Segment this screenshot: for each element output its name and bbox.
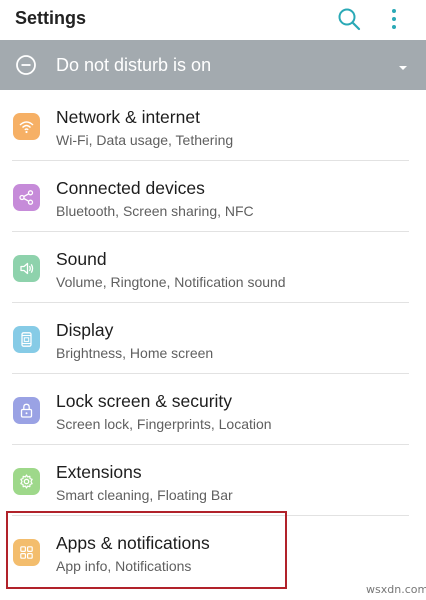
settings-item-subtitle: Smart cleaning, Floating Bar (56, 487, 233, 503)
settings-item-connected-devices[interactable]: Connected devices Bluetooth, Screen shar… (0, 161, 426, 232)
settings-item-network[interactable]: Network & internet Wi-Fi, Data usage, Te… (0, 90, 426, 161)
gear-icon (13, 468, 40, 495)
settings-item-title: Sound (56, 249, 107, 269)
lock-icon (13, 397, 40, 424)
settings-screen: Settings Do not disturb is on Network & … (0, 0, 426, 600)
watermark-text: wsxdn.com (366, 583, 426, 596)
settings-item-title: Display (56, 320, 114, 340)
settings-item-subtitle: Volume, Ringtone, Notification sound (56, 274, 286, 290)
settings-item-title: Extensions (56, 462, 142, 482)
settings-item-subtitle: Screen lock, Fingerprints, Location (56, 416, 272, 432)
do-not-disturb-banner[interactable]: Do not disturb is on (0, 40, 426, 90)
app-bar: Settings (0, 0, 426, 40)
settings-item-title: Lock screen & security (56, 391, 233, 411)
share-icon (13, 184, 40, 211)
highlight-annotation-box (6, 511, 287, 589)
settings-item-extensions[interactable]: Extensions Smart cleaning, Floating Bar (0, 445, 426, 516)
settings-item-title: Network & internet (56, 107, 200, 127)
settings-item-title: Connected devices (56, 178, 205, 198)
more-vertical-icon[interactable] (384, 6, 404, 32)
do-not-disturb-label: Do not disturb is on (56, 55, 212, 75)
settings-item-subtitle: Brightness, Home screen (56, 345, 214, 361)
wifi-icon (13, 113, 40, 140)
speaker-icon (13, 255, 40, 282)
settings-item-lock-screen[interactable]: Lock screen & security Screen lock, Fing… (0, 374, 426, 445)
display-icon (13, 326, 40, 353)
minus-circle-icon (15, 54, 37, 76)
settings-item-display[interactable]: Display Brightness, Home screen (0, 303, 426, 374)
settings-item-subtitle: Bluetooth, Screen sharing, NFC (56, 203, 254, 219)
chevron-down-icon[interactable] (396, 60, 410, 70)
settings-item-sound[interactable]: Sound Volume, Ringtone, Notification sou… (0, 232, 426, 303)
settings-item-subtitle: Wi-Fi, Data usage, Tethering (56, 132, 234, 148)
page-title: Settings (15, 8, 87, 28)
search-icon[interactable] (336, 6, 362, 32)
